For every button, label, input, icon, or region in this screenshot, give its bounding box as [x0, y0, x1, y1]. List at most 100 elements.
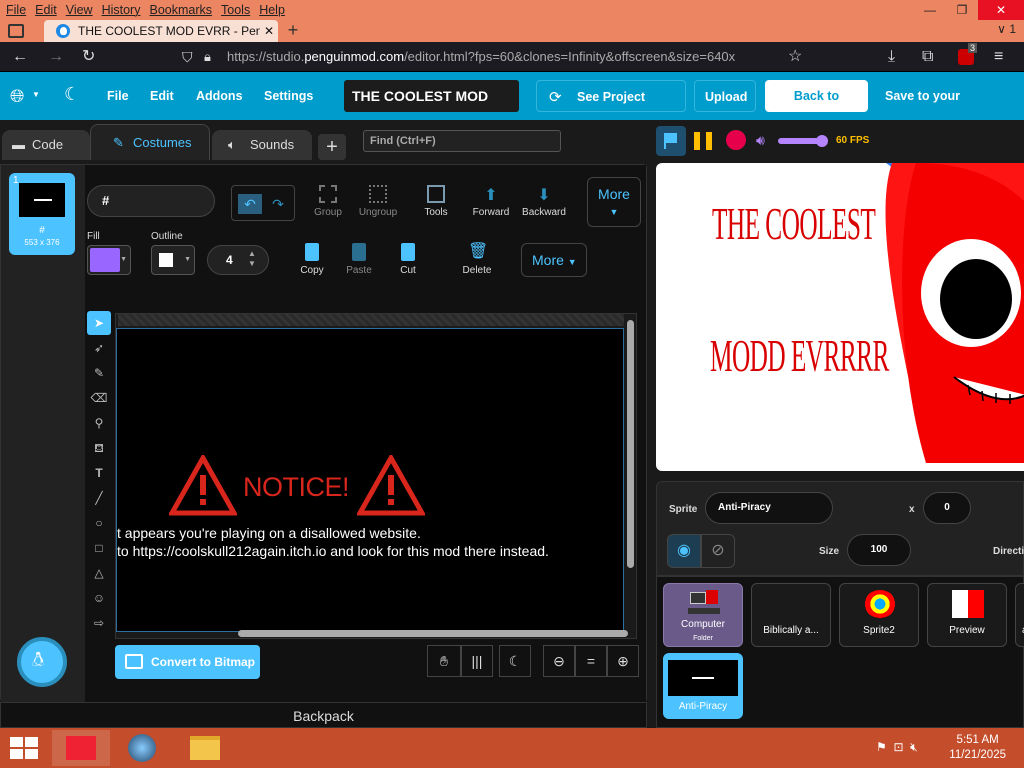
- menu-tools[interactable]: Tools: [221, 3, 250, 17]
- sprite-tile[interactable]: a: [1015, 583, 1024, 647]
- add-tab-button[interactable]: +: [318, 134, 346, 160]
- delete-button[interactable]: 🗑︎ Delete: [459, 243, 495, 276]
- forward-button[interactable]: ⬆ Forward: [469, 185, 513, 218]
- horizontal-scrollbar[interactable]: [238, 630, 628, 637]
- extensions-icon[interactable]: ⧉: [922, 48, 933, 66]
- select-tool-icon[interactable]: ➤: [87, 311, 111, 335]
- undo-icon[interactable]: ↶: [238, 194, 262, 214]
- reload-icon[interactable]: ↻: [82, 48, 95, 66]
- rectangle-tool-icon[interactable]: □: [87, 536, 111, 560]
- taskbar-app-browser[interactable]: [114, 730, 172, 766]
- menu-history[interactable]: History: [102, 3, 141, 17]
- zoom-in-icon[interactable]: ⊕: [607, 645, 639, 677]
- eraser-tool-icon[interactable]: ⌫: [87, 386, 111, 410]
- hamburger-menu-icon[interactable]: ≡: [994, 48, 1003, 66]
- close-window-icon[interactable]: ✕: [978, 0, 1024, 20]
- fill-color-picker[interactable]: ▼: [87, 245, 131, 275]
- vertical-scrollbar[interactable]: [627, 320, 634, 568]
- tab-code[interactable]: ▬ Code: [2, 130, 90, 160]
- paint-canvas[interactable]: NOTICE! t appears you're playing on a di…: [116, 328, 624, 632]
- paste-button[interactable]: Paste: [343, 243, 375, 276]
- text-tool-icon[interactable]: T: [87, 461, 111, 485]
- url-bar[interactable]: https://studio.penguinmod.com/editor.htm…: [172, 46, 812, 68]
- outline-color-picker[interactable]: ▼: [151, 245, 195, 275]
- costume-name-input[interactable]: #: [87, 185, 215, 217]
- menu-file[interactable]: File: [6, 3, 26, 17]
- project-title-input[interactable]: THE COOLEST MOD EV...: [344, 80, 519, 136]
- line-tool-icon[interactable]: ╱: [87, 486, 111, 510]
- menu-edit-button[interactable]: Edit: [140, 80, 184, 112]
- zoom-reset-icon[interactable]: =: [575, 645, 607, 677]
- language-chevron-icon[interactable]: ▼: [32, 90, 40, 99]
- bitmap-lines-icon[interactable]: |||: [461, 645, 493, 677]
- eyedropper-tool-icon[interactable]: ⚲: [87, 411, 111, 435]
- triangle-tool-icon[interactable]: △: [87, 561, 111, 585]
- sprite-tile-selected[interactable]: Anti-Piracy: [663, 653, 743, 719]
- volume-muted-icon[interactable]: 🔇︎: [910, 740, 918, 754]
- menu-view[interactable]: View: [66, 3, 93, 17]
- pause-icon[interactable]: [694, 132, 712, 150]
- add-costume-button[interactable]: 🐧︎: [17, 637, 67, 687]
- size-input[interactable]: 100: [847, 534, 911, 566]
- lock-icon[interactable]: 🔒︎: [204, 48, 211, 66]
- emoji-tool-icon[interactable]: ☺: [87, 586, 111, 610]
- theme-moon-icon[interactable]: ☾: [64, 84, 80, 105]
- hide-eye-icon[interactable]: ⊘: [701, 534, 735, 568]
- arrow-tool-icon[interactable]: ⇨: [87, 611, 111, 635]
- volume-slider[interactable]: [778, 135, 828, 147]
- reshape-tool-icon[interactable]: ➶: [87, 336, 111, 360]
- green-flag-icon[interactable]: [656, 126, 686, 156]
- menu-file-button[interactable]: File: [97, 80, 139, 112]
- menu-settings-button[interactable]: Settings: [254, 80, 323, 112]
- upload-button[interactable]: Upload: [694, 80, 756, 112]
- show-eye-icon[interactable]: ◉: [667, 534, 701, 568]
- maximize-icon[interactable]: ❐: [946, 0, 978, 20]
- sprite-tile[interactable]: Biblically a...: [751, 583, 831, 647]
- download-icon[interactable]: ⤓: [888, 48, 895, 66]
- zoom-out-icon[interactable]: ⊖: [543, 645, 575, 677]
- windows-start-icon[interactable]: [10, 737, 38, 759]
- stage-canvas[interactable]: THE COOLEST MODD EVRRRR: [656, 163, 1024, 471]
- sprite-tile[interactable]: Sprite2: [839, 583, 919, 647]
- sprite-name-input[interactable]: Anti-Piracy: [705, 492, 833, 524]
- close-tab-icon[interactable]: ✕: [260, 24, 278, 38]
- find-input[interactable]: Find (Ctrl+F): [363, 130, 561, 152]
- taskbar-clock[interactable]: 5:51 AM 11/21/2025: [949, 733, 1006, 763]
- brush-tool-icon[interactable]: ✎: [87, 361, 111, 385]
- group-button[interactable]: Group: [313, 185, 343, 218]
- back-arrow-icon[interactable]: ←: [12, 48, 28, 66]
- x-input[interactable]: 0: [923, 492, 971, 524]
- costume-tile[interactable]: 1 # 553 x 376: [9, 173, 75, 255]
- fill-tool-icon[interactable]: ⛾: [87, 436, 111, 460]
- volume-icon[interactable]: 🔊︎: [756, 132, 765, 149]
- convert-to-bitmap-button[interactable]: Convert to Bitmap: [115, 645, 260, 679]
- tab-overflow-control[interactable]: ∨ 1: [997, 22, 1016, 36]
- save-to-computer-button[interactable]: Save to your computer: [875, 80, 1024, 135]
- hand-tool-icon[interactable]: ✋︎: [427, 645, 461, 677]
- forward-arrow-icon[interactable]: →: [48, 48, 64, 66]
- stepper-icon[interactable]: ▲ ▼: [248, 249, 256, 269]
- back-to-home-button[interactable]: Back to Home: [765, 80, 868, 135]
- menu-help[interactable]: Help: [259, 3, 285, 17]
- bookmark-star-icon[interactable]: ☆: [788, 48, 802, 66]
- tools-button[interactable]: Tools: [421, 185, 451, 218]
- tab-list-icon[interactable]: [8, 24, 24, 38]
- tab-sounds[interactable]: 🔈︎ Sounds: [212, 130, 312, 160]
- new-tab-icon[interactable]: +: [282, 21, 304, 40]
- backward-button[interactable]: ⬇ Backward: [519, 185, 569, 218]
- dark-mode-moon-icon[interactable]: ☾: [499, 645, 531, 677]
- globe-icon[interactable]: 🌐︎: [10, 86, 24, 107]
- sprite-tile[interactable]: Preview: [927, 583, 1007, 647]
- menu-edit[interactable]: Edit: [35, 3, 57, 17]
- redo-icon[interactable]: ↷: [266, 194, 290, 214]
- taskbar-app-penguinmod[interactable]: [52, 730, 110, 766]
- backpack-bar[interactable]: Backpack: [0, 702, 647, 728]
- more-button[interactable]: More ▼: [521, 243, 587, 277]
- menu-bookmarks[interactable]: Bookmarks: [149, 3, 212, 17]
- shield-icon[interactable]: ⛉: [182, 48, 193, 66]
- browser-tab[interactable]: THE COOLEST MOD EVRR - Pen ✕: [44, 20, 278, 42]
- sprite-tile-folder[interactable]: Computer Folder: [663, 583, 743, 647]
- minimize-icon[interactable]: —: [914, 0, 946, 20]
- stroke-width-input[interactable]: 4 ▲ ▼: [207, 245, 269, 275]
- more-button-top[interactable]: More ▼: [587, 177, 641, 227]
